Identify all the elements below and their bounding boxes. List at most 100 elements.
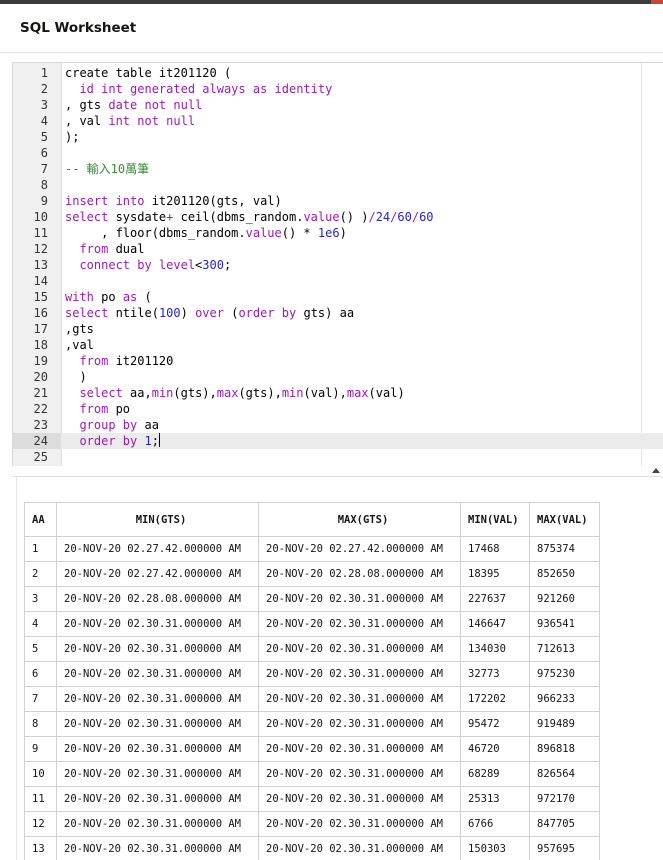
cell-max-gts[interactable]: 20-NOV-20 02.30.31.000000 AM: [258, 586, 461, 612]
cell-min-gts[interactable]: 20-NOV-20 02.30.31.000000 AM: [56, 786, 259, 812]
cell-max-gts[interactable]: 20-NOV-20 02.30.31.000000 AM: [258, 661, 461, 687]
code-line[interactable]: 5);: [13, 129, 663, 145]
code-line[interactable]: 2 id int generated always as identity: [13, 81, 663, 97]
cell-min-gts[interactable]: 20-NOV-20 02.30.31.000000 AM: [56, 711, 259, 737]
cell-max-val[interactable]: 921260: [529, 586, 600, 612]
cell-aa[interactable]: 3: [24, 586, 57, 612]
cell-max-val[interactable]: 975230: [529, 661, 600, 687]
table-row[interactable]: 12 20-NOV-20 02.30.31.000000 AM 20-NOV-20 …: [24, 811, 600, 837]
code-line[interactable]: 15 with po as (: [13, 289, 663, 305]
code-line[interactable]: 10 select sysdate+ ceil(dbms_random.value…: [13, 209, 663, 225]
cell-aa[interactable]: 7: [24, 686, 57, 712]
editor-results-splitter[interactable]: [12, 466, 663, 477]
cell-aa[interactable]: 2: [24, 561, 57, 587]
collapse-up-icon[interactable]: [652, 468, 660, 473]
cell-min-gts[interactable]: 20-NOV-20 02.27.42.000000 AM: [56, 561, 259, 587]
cell-min-val[interactable]: 17468: [460, 536, 530, 562]
code-line[interactable]: 6: [13, 145, 663, 161]
cell-min-gts[interactable]: 20-NOV-20 02.30.31.000000 AM: [56, 736, 259, 762]
cell-aa[interactable]: 4: [24, 611, 57, 637]
cell-max-val[interactable]: 936541: [529, 611, 600, 637]
cell-min-val[interactable]: 25313: [460, 786, 530, 812]
cell-min-gts[interactable]: 20-NOV-20 02.30.31.000000 AM: [56, 836, 259, 860]
code-line[interactable]: 12 from dual: [13, 241, 663, 257]
code-line[interactable]: 3 , gts date not null: [13, 97, 663, 113]
cell-aa[interactable]: 6: [24, 661, 57, 687]
table-row[interactable]: 9 20-NOV-20 02.30.31.000000 AM 20-NOV-20 0…: [24, 736, 600, 762]
code-line[interactable]: 13 connect by level<300;: [13, 257, 663, 273]
cell-min-val[interactable]: 18395: [460, 561, 530, 587]
table-row[interactable]: 3 20-NOV-20 02.28.08.000000 AM 20-NOV-20 0…: [24, 586, 600, 612]
table-row[interactable]: 5 20-NOV-20 02.30.31.000000 AM 20-NOV-20 0…: [24, 636, 600, 662]
cell-aa[interactable]: 8: [24, 711, 57, 737]
code-line[interactable]: 22 from po: [13, 401, 663, 417]
cell-aa[interactable]: 9: [24, 736, 57, 762]
cell-min-val[interactable]: 227637: [460, 586, 530, 612]
cell-min-gts[interactable]: 20-NOV-20 02.30.31.000000 AM: [56, 611, 259, 637]
code-line[interactable]: 11 , floor(dbms_random.value() * 1e6): [13, 225, 663, 241]
cell-aa[interactable]: 13: [24, 836, 57, 860]
code-line[interactable]: 18 ,val: [13, 337, 663, 353]
cell-aa[interactable]: 5: [24, 636, 57, 662]
table-row[interactable]: 8 20-NOV-20 02.30.31.000000 AM 20-NOV-20 0…: [24, 711, 600, 737]
cell-min-gts[interactable]: 20-NOV-20 02.30.31.000000 AM: [56, 661, 259, 687]
table-row[interactable]: 2 20-NOV-20 02.27.42.000000 AM 20-NOV-20 0…: [24, 561, 600, 587]
code-line[interactable]: 8: [13, 177, 663, 193]
cell-max-gts[interactable]: 20-NOV-20 02.30.31.000000 AM: [258, 761, 461, 787]
cell-min-gts[interactable]: 20-NOV-20 02.30.31.000000 AM: [56, 636, 259, 662]
cell-max-val[interactable]: 957695: [529, 836, 600, 860]
column-header-aa[interactable]: AA: [24, 502, 57, 537]
cell-max-gts[interactable]: 20-NOV-20 02.27.42.000000 AM: [258, 536, 461, 562]
cell-max-val[interactable]: 919489: [529, 711, 600, 737]
cell-max-val[interactable]: 972170: [529, 786, 600, 812]
cell-max-gts[interactable]: 20-NOV-20 02.30.31.000000 AM: [258, 811, 461, 837]
code-line[interactable]: 25: [13, 449, 663, 465]
cell-min-val[interactable]: 68289: [460, 761, 530, 787]
cell-max-val[interactable]: 875374: [529, 536, 600, 562]
cell-max-gts[interactable]: 20-NOV-20 02.30.31.000000 AM: [258, 711, 461, 737]
code-line[interactable]: 19 from it201120: [13, 353, 663, 369]
column-header-max-val[interactable]: MAX(VAL): [529, 502, 600, 537]
cell-min-gts[interactable]: 20-NOV-20 02.28.08.000000 AM: [56, 586, 259, 612]
cell-aa[interactable]: 11: [24, 786, 57, 812]
code-line[interactable]: 21 select aa,min(gts),max(gts),min(val),…: [13, 385, 663, 401]
code-line[interactable]: 4 , val int not null: [13, 113, 663, 129]
cell-max-gts[interactable]: 20-NOV-20 02.30.31.000000 AM: [258, 611, 461, 637]
code-line[interactable]: 14: [13, 273, 663, 289]
cell-min-val[interactable]: 172202: [460, 686, 530, 712]
column-header-min-gts[interactable]: MIN(GTS): [56, 502, 259, 537]
cell-min-val[interactable]: 146647: [460, 611, 530, 637]
cell-max-gts[interactable]: 20-NOV-20 02.30.31.000000 AM: [258, 686, 461, 712]
code-line[interactable]: 9 insert into it201120(gts, val): [13, 193, 663, 209]
cell-min-gts[interactable]: 20-NOV-20 02.30.31.000000 AM: [56, 811, 259, 837]
code-line[interactable]: 7 -- 輸入10萬筆: [13, 161, 663, 177]
column-header-min-val[interactable]: MIN(VAL): [460, 502, 530, 537]
table-row[interactable]: 13 20-NOV-20 02.30.31.000000 AM 20-NOV-20 …: [24, 836, 600, 860]
cell-max-gts[interactable]: 20-NOV-20 02.30.31.000000 AM: [258, 736, 461, 762]
table-row[interactable]: 7 20-NOV-20 02.30.31.000000 AM 20-NOV-20 0…: [24, 686, 600, 712]
cell-min-gts[interactable]: 20-NOV-20 02.30.31.000000 AM: [56, 686, 259, 712]
cell-min-gts[interactable]: 20-NOV-20 02.27.42.000000 AM: [56, 536, 259, 562]
code-line[interactable]: 23 group by aa: [13, 417, 663, 433]
cell-min-val[interactable]: 150303: [460, 836, 530, 860]
code-line[interactable]: 16 select ntile(100) over (order by gts) …: [13, 305, 663, 321]
code-lines[interactable]: 1 create table it201120 (2 id int generat…: [13, 65, 663, 465]
table-row[interactable]: 11 20-NOV-20 02.30.31.000000 AM 20-NOV-20 …: [24, 786, 600, 812]
cell-max-val[interactable]: 847705: [529, 811, 600, 837]
cell-max-val[interactable]: 712613: [529, 636, 600, 662]
cell-min-val[interactable]: 134030: [460, 636, 530, 662]
cell-min-val[interactable]: 32773: [460, 661, 530, 687]
cell-aa[interactable]: 12: [24, 811, 57, 837]
cell-min-val[interactable]: 95472: [460, 711, 530, 737]
cell-max-val[interactable]: 826564: [529, 761, 600, 787]
cell-max-val[interactable]: 852650: [529, 561, 600, 587]
code-line[interactable]: 1 create table it201120 (: [13, 65, 663, 81]
cell-min-val[interactable]: 46720: [460, 736, 530, 762]
column-header-max-gts[interactable]: MAX(GTS): [258, 502, 461, 537]
cell-max-gts[interactable]: 20-NOV-20 02.30.31.000000 AM: [258, 636, 461, 662]
cell-max-gts[interactable]: 20-NOV-20 02.30.31.000000 AM: [258, 836, 461, 860]
table-row[interactable]: 6 20-NOV-20 02.30.31.000000 AM 20-NOV-20 0…: [24, 661, 600, 687]
code-line[interactable]: 20 ): [13, 369, 663, 385]
sql-editor[interactable]: 1 create table it201120 (2 id int generat…: [12, 62, 663, 468]
cell-aa[interactable]: 1: [24, 536, 57, 562]
